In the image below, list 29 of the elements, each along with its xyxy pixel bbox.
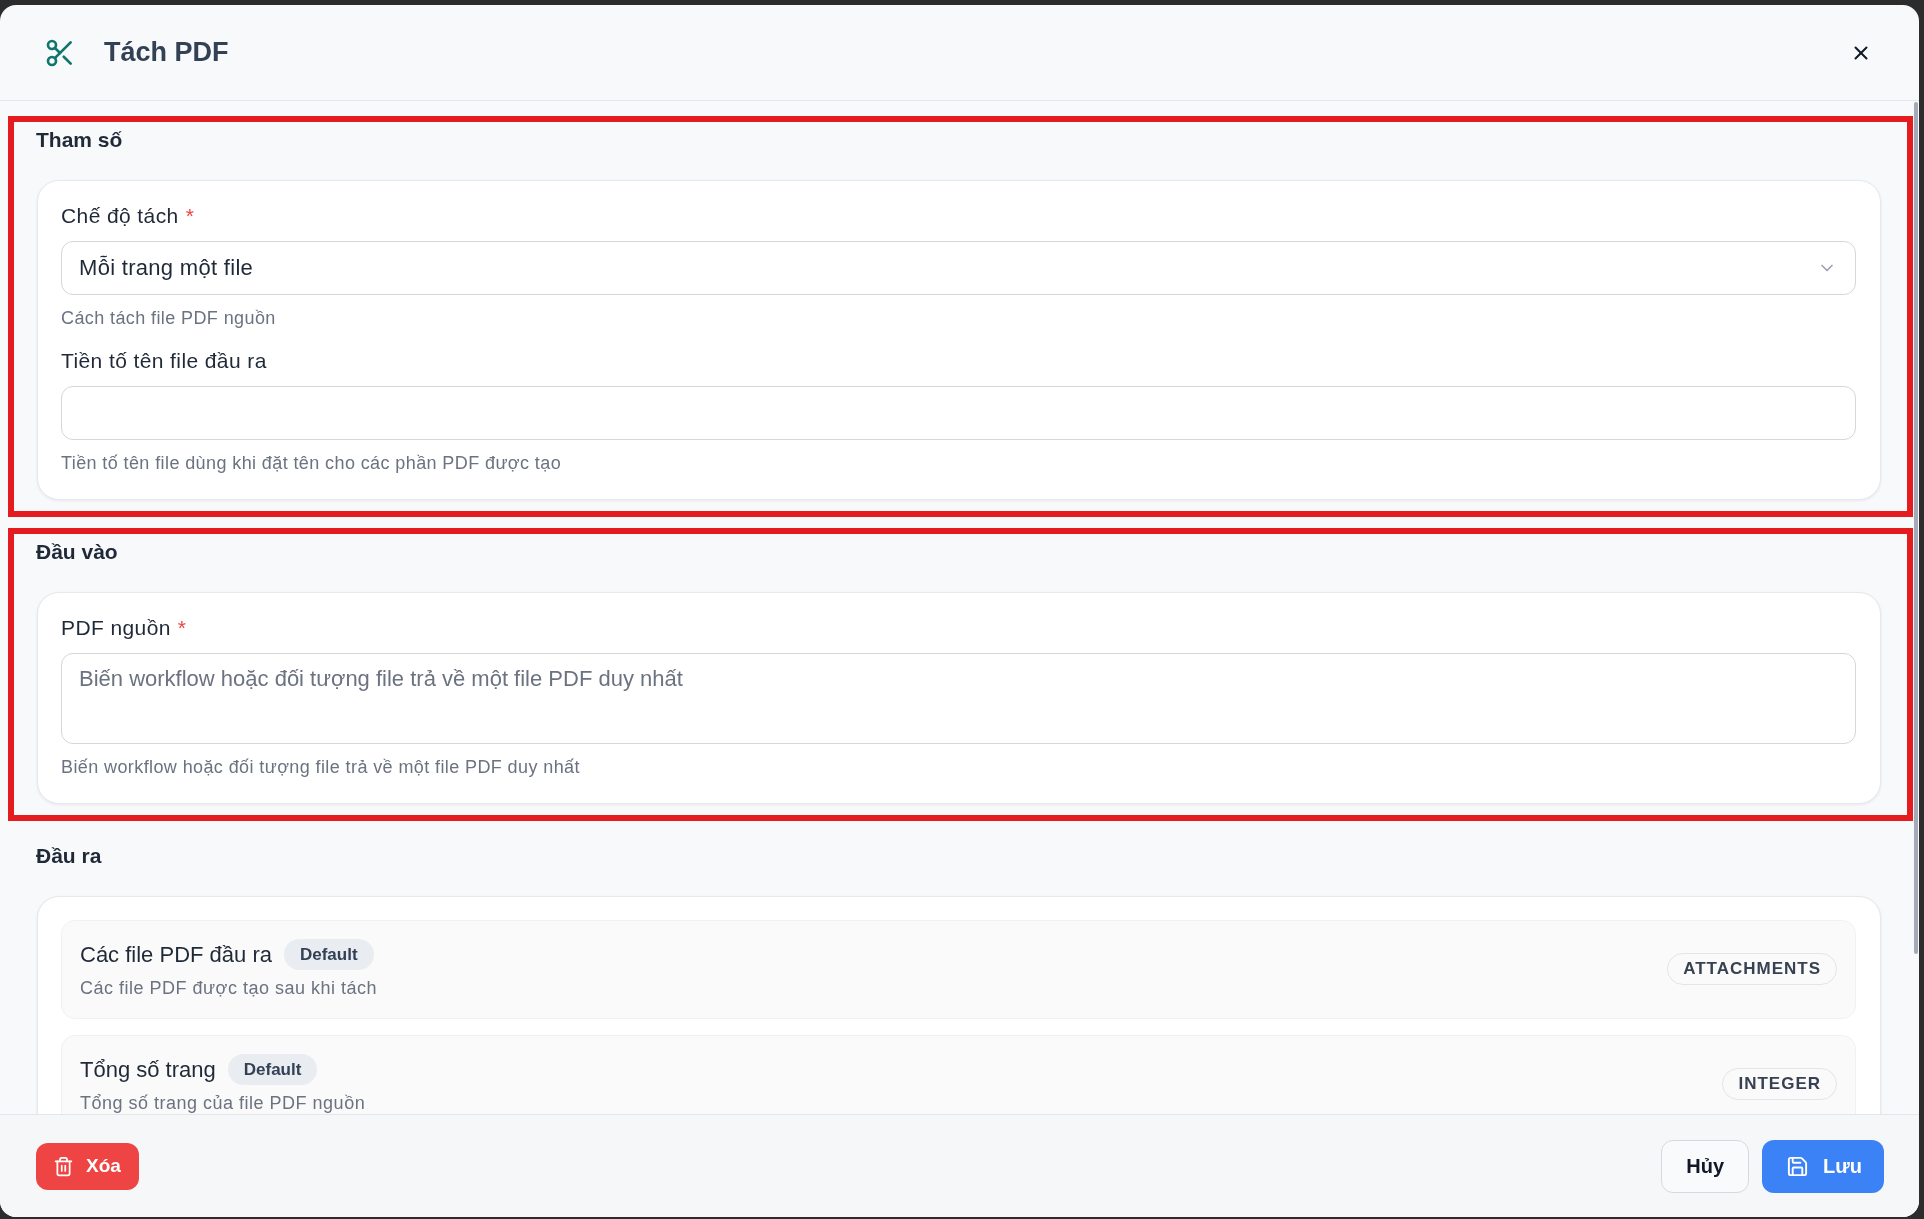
save-icon bbox=[1786, 1154, 1810, 1178]
output-description: Các file PDF được tạo sau khi tách bbox=[80, 978, 377, 998]
input-field[interactable] bbox=[61, 386, 1856, 440]
section-title: Đầu ra bbox=[36, 844, 103, 868]
required-asterisk: * bbox=[177, 616, 187, 640]
type-tag: INTEGER bbox=[1722, 1067, 1837, 1100]
select-field[interactable]: Mỗi trang một file bbox=[61, 241, 1856, 295]
dialog-title: Tách PDF bbox=[104, 37, 230, 68]
help-text: Tiền tố tên file dùng khi đặt tên cho các phần PDF được tạo bbox=[61, 453, 563, 473]
help-text: Cách tách file PDF nguồn bbox=[61, 308, 277, 328]
required-asterisk: * bbox=[185, 204, 194, 228]
section-title: Đầu vào bbox=[36, 540, 119, 564]
field-label: Tiền tố tên file đầu ra bbox=[61, 349, 267, 373]
default-tag: Default bbox=[283, 939, 374, 970]
scrollbar-thumb[interactable] bbox=[1914, 102, 1918, 954]
help-text: Biến workflow hoặc đối tượng file trả về một file PDF duy nhất bbox=[61, 757, 581, 777]
save-button[interactable]: Lưu bbox=[1762, 1139, 1884, 1193]
cancel-button[interactable]: Hủy bbox=[1661, 1139, 1750, 1193]
output-name: Tổng số trang bbox=[80, 1057, 216, 1082]
field-label: Chế độ tách bbox=[61, 204, 179, 228]
trash-icon bbox=[53, 1155, 74, 1177]
output-name: Các file PDF đầu ra bbox=[80, 942, 272, 967]
output-description: Tổng số trang của file PDF nguồn bbox=[80, 1093, 366, 1113]
type-tag: ATTACHMENTS bbox=[1667, 952, 1837, 985]
default-tag: Default bbox=[227, 1054, 318, 1085]
delete-button[interactable]: Xóa bbox=[36, 1142, 139, 1190]
section-title: Tham số bbox=[36, 128, 124, 152]
field-label: PDF nguồn bbox=[61, 616, 171, 640]
text-area[interactable]: Biến workflow hoặc đối tượng file trả về một file PDF duy nhất bbox=[61, 653, 1856, 744]
